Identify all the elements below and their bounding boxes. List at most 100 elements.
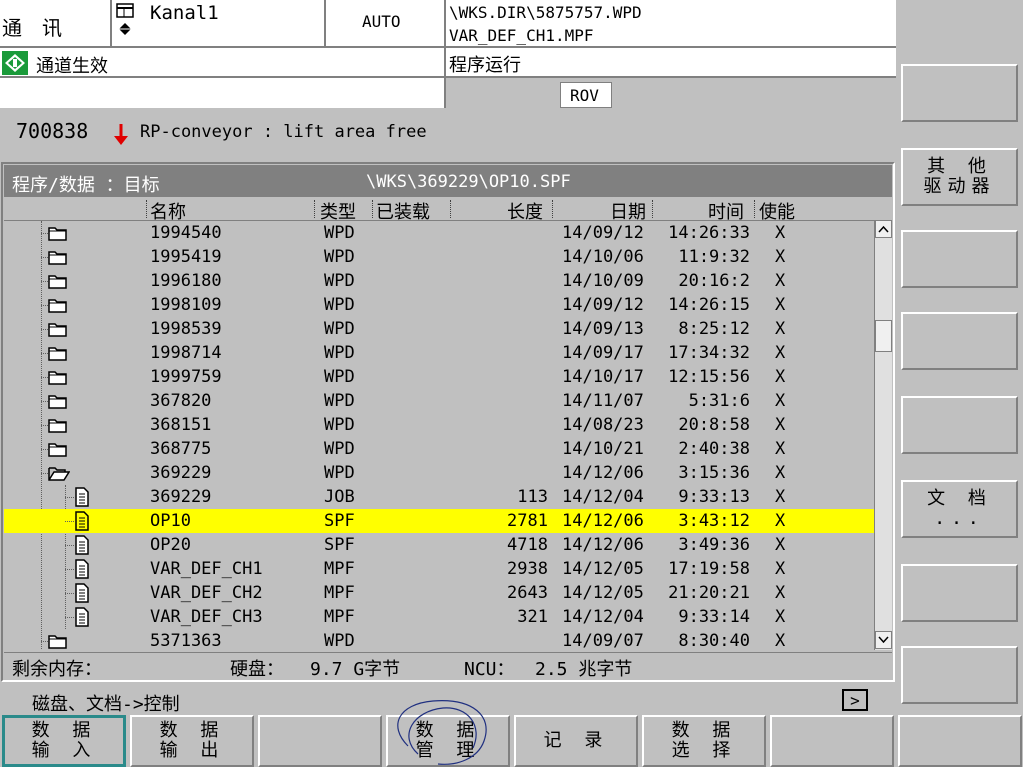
file-date: 14/09/17 [562,343,644,363]
file-date: 14/10/06 [562,247,644,267]
table-row[interactable]: 1998539 WPD 14/09/13 8:25:12 X [4,317,874,341]
file-type: WPD [324,367,355,387]
file-time: 17:34:32 [668,343,750,363]
softkey-bottom-3[interactable] [258,715,382,767]
file-time: 2:40:38 [678,439,750,459]
softkey-bottom-7[interactable] [770,715,894,767]
file-time: 9:33:14 [678,607,750,627]
file-name: 368151 [150,415,212,435]
panel-target-path: \WKS\369229\OP10.SPF [366,172,571,192]
mode-label: AUTO [362,12,401,31]
file-date: 14/12/05 [562,583,644,603]
softkey-other-drives[interactable]: 其 他 驱动器 [901,148,1018,206]
folder-icon [48,345,68,365]
ncu-value: 2.5 兆字节 [535,659,633,680]
table-row[interactable]: 1999759 WPD 14/10/17 12:15:56 X [4,365,874,389]
file-type: MPF [324,559,355,579]
memory-label: 剩余内存： [12,659,102,680]
softkey-right-7[interactable] [901,564,1018,622]
file-length: 4718 [507,535,548,555]
file-name: 1995419 [150,247,222,267]
panel-title: 程序/数据 ：目标 [12,175,160,196]
alarm-number: 700838 [16,119,89,143]
table-row[interactable]: 1998714 WPD 14/09/17 17:34:32 X [4,341,874,365]
table-row[interactable]: 1996180 WPD 14/10/09 20:16:2 X [4,269,874,293]
table-row[interactable]: VAR_DEF_CH2 MPF 2643 14/12/05 21:20:21 X [4,581,874,605]
document-icon [74,607,90,631]
file-name: VAR_DEF_CH1 [150,559,263,579]
file-enable: X [775,511,786,531]
softkey-data-input[interactable]: 数 据 输 入 [2,715,126,767]
table-row[interactable]: VAR_DEF_CH1 MPF 2938 14/12/05 17:19:58 X [4,557,874,581]
chevron-up-icon [878,225,889,233]
softkey-documents[interactable]: 文 档 ... [901,480,1018,538]
table-row[interactable]: 1994540 WPD 14/09/12 14:26:33 X [4,221,874,245]
file-enable: X [775,487,786,507]
file-time: 12:15:56 [668,367,750,387]
file-name: 1994540 [150,223,222,243]
table-row[interactable]: 1998109 WPD 14/09/12 14:26:15 X [4,293,874,317]
file-length: 2781 [507,511,548,531]
alarm-arrow-icon [114,124,128,145]
scroll-thumb[interactable] [875,320,892,352]
folder-open-icon [48,465,71,485]
file-date: 14/12/04 [562,487,644,507]
file-name: 1998109 [150,295,222,315]
softkey-right-5[interactable] [901,396,1018,454]
scroll-down-button[interactable] [875,631,892,649]
file-name: 1996180 [150,271,222,291]
file-enable: X [775,247,786,267]
file-type: WPD [324,223,355,243]
document-icon [74,535,90,559]
table-row[interactable]: 368151 WPD 14/08/23 20:8:58 X [4,413,874,437]
file-date: 14/12/06 [562,463,644,483]
expand-button[interactable]: > [842,689,868,711]
file-time: 8:30:40 [678,631,750,650]
scrollbar[interactable] [874,220,892,650]
file-type: WPD [324,319,355,339]
document-icon [74,487,90,511]
file-type: WPD [324,295,355,315]
table-row[interactable]: 367820 WPD 14/11/07 5:31:6 X [4,389,874,413]
file-type: SPF [324,511,355,531]
file-date: 14/12/06 [562,511,644,531]
program-path-line1: \WKS.DIR\5875757.WPD [449,3,642,22]
softkey-right-1[interactable] [901,64,1018,122]
file-time: 9:33:13 [678,487,750,507]
table-row[interactable]: 5371363 WPD 14/09/07 8:30:40 X [4,629,874,650]
table-row[interactable]: 1995419 WPD 14/10/06 11:9:32 X [4,245,874,269]
softkey-right-8[interactable] [901,646,1018,704]
softkey-right-4[interactable] [901,312,1018,370]
softkey-right-3[interactable] [901,230,1018,288]
file-name: 1999759 [150,367,222,387]
table-row[interactable]: VAR_DEF_CH3 MPF 321 14/12/04 9:33:14 X [4,605,874,629]
file-enable: X [775,439,786,459]
softkey-bottom-8[interactable] [898,715,1022,767]
softkey-data-output[interactable]: 数 据 输 出 [130,715,254,767]
file-panel: 程序/数据 ：目标 \WKS\369229\OP10.SPF 名称 类型 已装载… [1,162,895,682]
file-date: 14/10/21 [562,439,644,459]
softkey-record[interactable]: 记 录 [514,715,638,767]
folder-icon [48,321,68,341]
window-icon [116,3,134,18]
folder-icon [48,417,68,437]
file-length: 321 [517,607,548,627]
table-row[interactable]: 368775 WPD 14/10/21 2:40:38 X [4,437,874,461]
file-date: 14/08/23 [562,415,644,435]
rov-label: ROV [570,86,599,105]
table-row[interactable]: OP20 SPF 4718 14/12/06 3:49:36 X [4,533,874,557]
table-row[interactable]: 369229 JOB 113 14/12/04 9:33:13 X [4,485,874,509]
chevron-down-icon [878,636,889,644]
bottom-softkey-bar: 数 据 输 入 数 据 输 出 数 据 管 理 记 录 数 据 选 择 [0,700,1023,767]
table-row[interactable]: 369229 WPD 14/12/06 3:15:36 X [4,461,874,485]
softkey-data-select[interactable]: 数 据 选 择 [642,715,766,767]
file-type: WPD [324,439,355,459]
file-date: 14/12/05 [562,559,644,579]
file-name: OP10 [150,511,191,531]
header-comm-box: 通 讯 [0,0,112,48]
table-row-selected[interactable]: OP10 SPF 2781 14/12/06 3:43:12 X [4,509,874,533]
file-time: 14:26:15 [668,295,750,315]
file-type: WPD [324,391,355,411]
file-date: 14/12/04 [562,607,644,627]
scroll-up-button[interactable] [875,220,892,238]
